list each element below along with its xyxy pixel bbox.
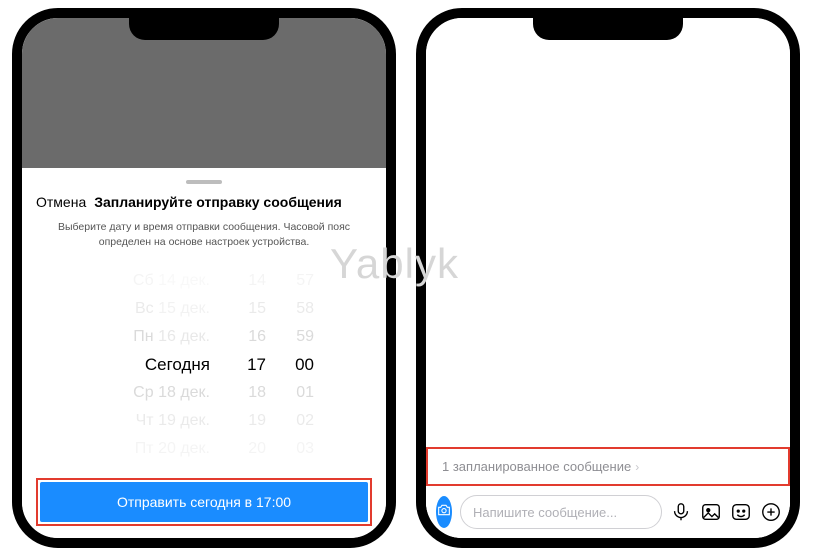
picker-hour-row: 15 xyxy=(248,295,266,323)
chat-area: 1 запланированное сообщение › xyxy=(426,18,790,538)
dimmed-backdrop xyxy=(22,18,386,168)
picker-date-selected: Сегодня xyxy=(145,351,210,379)
camera-button[interactable] xyxy=(436,496,452,528)
picker-date-row: Ср 18 дек. xyxy=(133,379,210,407)
picker-min-row: 02 xyxy=(296,407,314,435)
picker-hour-row: 16 xyxy=(248,323,266,351)
image-icon[interactable] xyxy=(700,501,722,523)
picker-hour-row: 19 xyxy=(248,407,266,435)
sheet-header: Отмена Запланируйте отправку сообщения xyxy=(36,194,372,210)
picker-min-row: 03 xyxy=(296,435,314,463)
sticker-icon[interactable] xyxy=(730,501,752,523)
picker-date-row: Сб 14 дек. xyxy=(133,267,210,295)
picker-column-date[interactable]: Сб 14 дек. Вс 15 дек. Пн 16 дек. Сегодня… xyxy=(88,259,228,470)
picker-hour-row: 14 xyxy=(248,267,266,295)
picker-min-row: 01 xyxy=(296,379,314,407)
sheet-grabber[interactable] xyxy=(186,180,222,184)
picker-min-row: 59 xyxy=(296,323,314,351)
picker-date-row: Пт 20 дек. xyxy=(135,435,210,463)
picker-min-selected: 00 xyxy=(295,351,314,379)
phone-right: 1 запланированное сообщение › xyxy=(416,8,800,548)
send-scheduled-button[interactable]: Отправить сегодня в 17:00 xyxy=(40,482,368,522)
picker-date-row: Чт 19 дек. xyxy=(136,407,210,435)
microphone-icon[interactable] xyxy=(670,501,692,523)
message-composer xyxy=(426,486,790,538)
datetime-picker[interactable]: Сб 14 дек. Вс 15 дек. Пн 16 дек. Сегодня… xyxy=(36,259,372,470)
picker-hour-row: 20 xyxy=(248,435,266,463)
phone-left: Отмена Запланируйте отправку сообщения В… xyxy=(12,8,396,548)
chevron-right-icon: › xyxy=(635,460,639,474)
picker-min-row: 57 xyxy=(296,267,314,295)
picker-min-row: 58 xyxy=(296,295,314,323)
picker-hour-selected: 17 xyxy=(247,351,266,379)
picker-column-hour[interactable]: 14 15 16 17 18 19 20 xyxy=(228,259,274,470)
picker-date-row: Вс 15 дек. xyxy=(135,295,210,323)
scheduled-bar-highlight: 1 запланированное сообщение › xyxy=(426,447,790,486)
picker-column-minute[interactable]: 57 58 59 00 01 02 03 xyxy=(274,259,320,470)
sheet-title: Запланируйте отправку сообщения xyxy=(94,194,342,210)
phone-notch xyxy=(129,18,279,40)
phone-notch xyxy=(533,18,683,40)
scheduled-messages-bar[interactable]: 1 запланированное сообщение › xyxy=(428,453,788,480)
message-input[interactable] xyxy=(460,495,662,529)
plus-icon[interactable] xyxy=(760,501,782,523)
scheduled-messages-label: 1 запланированное сообщение xyxy=(442,459,631,474)
picker-date-row: Пн 16 дек. xyxy=(133,323,210,351)
picker-hour-row: 18 xyxy=(248,379,266,407)
cancel-button[interactable]: Отмена xyxy=(36,194,86,210)
schedule-sheet: Отмена Запланируйте отправку сообщения В… xyxy=(22,168,386,538)
send-button-highlight: Отправить сегодня в 17:00 xyxy=(36,478,372,526)
sheet-subtitle: Выберите дату и время отправки сообщения… xyxy=(46,220,362,249)
camera-icon xyxy=(436,502,452,523)
